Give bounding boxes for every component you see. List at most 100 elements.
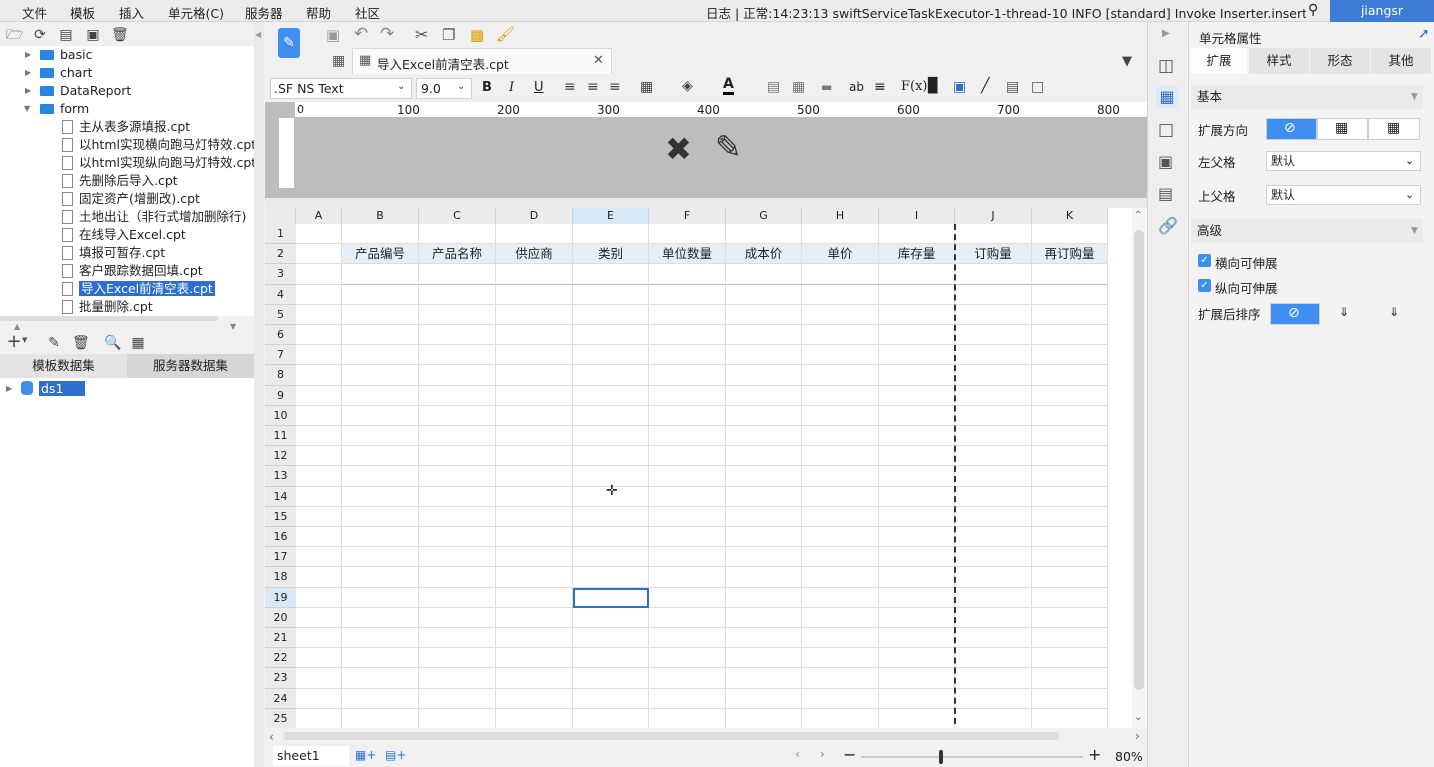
cell-j1[interactable]	[955, 224, 1032, 245]
tree-folder-chart[interactable]: chart	[40, 64, 93, 82]
cell-i13[interactable]	[879, 466, 955, 487]
row-header-2[interactable]: 2	[265, 244, 296, 265]
cell-a3[interactable]	[296, 264, 342, 285]
cell-a4[interactable]	[296, 284, 342, 305]
collapse-down-icon[interactable]: ▼	[230, 322, 236, 331]
cell-g5[interactable]	[726, 304, 802, 325]
subreport-icon[interactable]: ▤	[1006, 79, 1019, 95]
cell-c4[interactable]	[419, 284, 496, 305]
cell-d5[interactable]	[496, 304, 573, 325]
cell-f17[interactable]	[649, 547, 726, 568]
sort-none-option[interactable]: ⊘	[1270, 303, 1320, 325]
cell-j18[interactable]	[955, 567, 1032, 588]
cell-c24[interactable]	[419, 688, 496, 709]
row-header-24[interactable]: 24	[265, 688, 296, 709]
cell-j23[interactable]	[955, 668, 1032, 689]
cell-i4[interactable]	[879, 284, 955, 305]
cell-f11[interactable]	[649, 426, 726, 447]
expand-arrow-icon[interactable]: ▶	[25, 68, 31, 77]
cell-k4[interactable]	[1032, 284, 1108, 305]
cell-b4[interactable]	[342, 284, 419, 305]
cell-c25[interactable]	[419, 708, 496, 728]
cell-e21[interactable]	[573, 628, 649, 649]
h-expand-checkbox[interactable]: ✓	[1198, 254, 1211, 267]
cell-e7[interactable]	[573, 345, 649, 366]
cell-a12[interactable]	[296, 446, 342, 467]
cell-h8[interactable]	[802, 365, 879, 386]
cell-f21[interactable]	[649, 628, 726, 649]
collapse-up-icon[interactable]: ▲	[14, 322, 20, 331]
chart-icon[interactable]: ▉	[928, 78, 939, 94]
collapse-right-icon[interactable]: ▶	[1162, 28, 1170, 39]
text-cell-icon[interactable]: ab	[849, 80, 864, 94]
cell-k22[interactable]	[1032, 648, 1108, 669]
cell-d13[interactable]	[496, 466, 573, 487]
cell-b17[interactable]	[342, 547, 419, 568]
cell-f3[interactable]	[649, 264, 726, 285]
font-size-select[interactable]: 9.0 ⌄	[416, 78, 472, 99]
collapse-left-icon[interactable]: ◀	[255, 30, 261, 39]
preview-icon[interactable]: 🔍	[104, 335, 121, 351]
cell-f12[interactable]	[649, 446, 726, 467]
zoom-out-icon[interactable]: −	[843, 745, 856, 764]
design-mode-icon[interactable]: ✎	[278, 28, 300, 58]
cell-g2[interactable]: 成本价	[726, 244, 802, 265]
cell-j24[interactable]	[955, 688, 1032, 709]
cell-c5[interactable]	[419, 304, 496, 325]
row-header-23[interactable]: 23	[265, 668, 296, 689]
cell-k11[interactable]	[1032, 426, 1108, 447]
cell-c12[interactable]	[419, 446, 496, 467]
add-dataset-icon[interactable]: +	[6, 333, 22, 351]
cell-a23[interactable]	[296, 668, 342, 689]
cell-f18[interactable]	[649, 567, 726, 588]
cell-h12[interactable]	[802, 446, 879, 467]
tree-file[interactable]: 以html实现纵向跑马灯特效.cpt	[62, 154, 254, 172]
cell-d23[interactable]	[496, 668, 573, 689]
tab-template-dataset[interactable]: 模板数据集	[0, 354, 127, 378]
cell-f9[interactable]	[649, 385, 726, 406]
cell-k23[interactable]	[1032, 668, 1108, 689]
cell-b7[interactable]	[342, 345, 419, 366]
cell-e25[interactable]	[573, 708, 649, 728]
scroll-up-icon[interactable]: ⌃	[1134, 210, 1142, 221]
row-header-11[interactable]: 11	[265, 426, 296, 447]
log-status[interactable]: 日志 | 正常:14:23:13 swiftServiceTaskExecuto…	[706, 3, 1306, 22]
font-color-icon[interactable]: A	[723, 77, 734, 95]
cell-k20[interactable]	[1032, 607, 1108, 628]
cell-g14[interactable]	[726, 486, 802, 507]
cell-k9[interactable]	[1032, 385, 1108, 406]
cell-k13[interactable]	[1032, 466, 1108, 487]
cell-g25[interactable]	[726, 708, 802, 728]
selected-cell[interactable]	[573, 587, 649, 608]
column-header-h[interactable]: H	[802, 208, 879, 224]
cell-j8[interactable]	[955, 365, 1032, 386]
zoom-slider-thumb[interactable]	[939, 750, 943, 764]
cell-h6[interactable]	[802, 325, 879, 346]
row-header-15[interactable]: 15	[265, 506, 296, 527]
cell-element-icon[interactable]: ◫	[1158, 56, 1174, 76]
cell-k3[interactable]	[1032, 264, 1108, 285]
row-header-8[interactable]: 8	[265, 365, 296, 386]
cell-h21[interactable]	[802, 628, 879, 649]
cell-c21[interactable]	[419, 628, 496, 649]
cell-j15[interactable]	[955, 506, 1032, 527]
cell-f15[interactable]	[649, 506, 726, 527]
dataset-item-ds1[interactable]: ds1	[39, 381, 85, 396]
cell-b5[interactable]	[342, 304, 419, 325]
row-header-19[interactable]: 19	[265, 587, 296, 608]
cell-h18[interactable]	[802, 567, 879, 588]
merge-cells-icon[interactable]: ▤	[767, 79, 780, 95]
cell-d21[interactable]	[496, 628, 573, 649]
cell-c11[interactable]	[419, 426, 496, 447]
cell-b11[interactable]	[342, 426, 419, 447]
cell-d14[interactable]	[496, 486, 573, 507]
grid-view-icon[interactable]: ▦	[332, 53, 345, 69]
scroll-down-icon[interactable]: ⌄	[1134, 712, 1142, 723]
slash-icon[interactable]: ╱	[981, 78, 989, 94]
cell-i23[interactable]	[879, 668, 955, 689]
cell-b6[interactable]	[342, 325, 419, 346]
row-header-7[interactable]: 7	[265, 345, 296, 366]
cell-b19[interactable]	[342, 587, 419, 608]
cell-f6[interactable]	[649, 325, 726, 346]
format-painter-icon[interactable]: 🖌	[496, 25, 515, 43]
